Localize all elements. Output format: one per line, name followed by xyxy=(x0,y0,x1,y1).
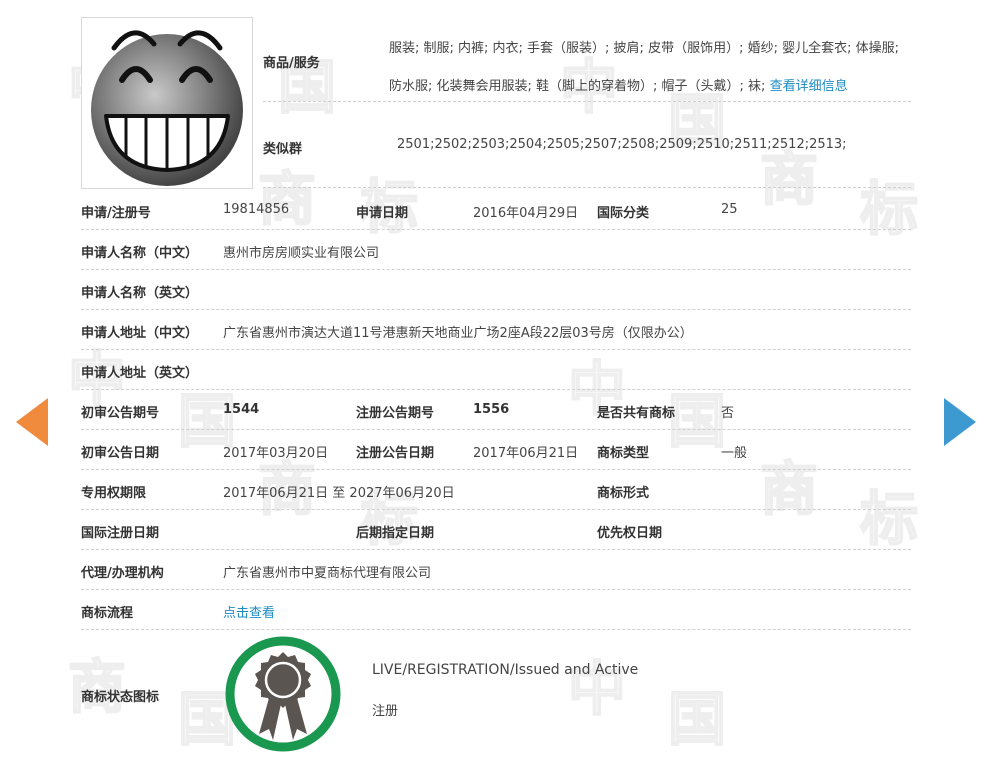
view-details-link[interactable]: 查看详细信息 xyxy=(770,79,848,94)
goods-services-row: 商品/服务 服装; 制服; 内裤; 内衣; 手套（服装）; 披肩; 皮带（服饰用… xyxy=(263,20,911,102)
applicant-cn-label: 申请人名称（中文） xyxy=(81,246,199,261)
prelim-no-value: 1544 xyxy=(223,402,260,417)
address-cn-value: 广东省惠州市演达大道11号港惠新天地商业广场2座A段22层03号房（仅限办公） xyxy=(223,326,693,341)
tm-form-label: 商标形式 xyxy=(597,486,650,501)
prelim-date-value: 2017年03月20日 xyxy=(223,446,329,461)
flow-view-link[interactable]: 点击查看 xyxy=(223,602,275,621)
table-row: 初审公告期号 1544 注册公告期号 1556 是否共有商标 否 xyxy=(81,390,911,430)
flow-label: 商标流程 xyxy=(81,606,134,621)
table-row: 申请人名称（中文） 惠州市房房顺实业有限公司 xyxy=(81,230,911,270)
trademark-image xyxy=(81,17,253,189)
reg-no-value: 19814856 xyxy=(223,202,290,217)
address-en-label: 申请人地址（英文） xyxy=(81,366,199,381)
prelim-date-label: 初审公告日期 xyxy=(81,446,160,461)
status-text-en: LIVE/REGISTRATION/Issued and Active xyxy=(372,662,639,678)
goods-services-label: 商品/服务 xyxy=(263,56,320,71)
table-row: 申请人名称（英文） xyxy=(81,270,911,310)
applicant-en-label: 申请人名称（英文） xyxy=(81,286,199,301)
table-row: 国际注册日期 后期指定日期 优先权日期 xyxy=(81,510,911,550)
intl-reg-date-label: 国际注册日期 xyxy=(81,526,160,541)
reg-no-label: 申请/注册号 xyxy=(81,206,151,221)
table-row: 专用权期限 2017年06月21日 至 2027年06月20日 商标形式 xyxy=(81,470,911,510)
intl-class-label: 国际分类 xyxy=(597,206,650,221)
table-row: 代理/办理机构 广东省惠州市中夏商标代理有限公司 xyxy=(81,550,911,590)
table-row: 初审公告日期 2017年03月20日 注册公告日期 2017年06月21日 商标… xyxy=(81,430,911,470)
applicant-cn-value: 惠州市房房顺实业有限公司 xyxy=(223,246,380,261)
intl-class-value: 25 xyxy=(721,202,738,217)
arrow-right-icon[interactable] xyxy=(944,398,976,446)
table-row: 申请/注册号 19814856 申请日期 2016年04月29日 国际分类 25 xyxy=(81,190,911,230)
priority-date-label: 优先权日期 xyxy=(597,526,663,541)
reg-pub-no-label: 注册公告期号 xyxy=(356,406,435,421)
term-value: 2017年06月21日 至 2027年06月20日 xyxy=(223,486,455,501)
table-row: 商标流程 点击查看 xyxy=(81,590,911,630)
similar-group-label: 类似群 xyxy=(263,142,303,157)
app-date-value: 2016年04月29日 xyxy=(473,206,579,221)
prelim-no-label: 初审公告期号 xyxy=(81,406,160,421)
grinning-face-icon xyxy=(91,30,243,186)
similar-group-value: 2501;2502;2503;2504;2505;2507;2508;2509;… xyxy=(397,137,847,152)
trademark-detail-table: 申请/注册号 19814856 申请日期 2016年04月29日 国际分类 25… xyxy=(81,190,911,759)
goods-services-value: 服装; 制服; 内裤; 内衣; 手套（服装）; 披肩; 皮带（服饰用）; 婚纱;… xyxy=(389,30,911,106)
tm-type-value: 一般 xyxy=(721,446,748,461)
arrow-left-icon[interactable] xyxy=(16,398,48,446)
status-label: 商标状态图标 xyxy=(81,690,160,705)
registered-seal-icon xyxy=(225,636,341,752)
address-cn-label: 申请人地址（中文） xyxy=(81,326,199,341)
similar-group-row: 类似群 2501;2502;2503;2504;2505;2507;2508;2… xyxy=(263,102,911,188)
reg-pub-date-value: 2017年06月21日 xyxy=(473,446,579,461)
shared-label: 是否共有商标 xyxy=(597,406,676,421)
later-designation-label: 后期指定日期 xyxy=(356,526,435,541)
tm-type-label: 商标类型 xyxy=(597,446,650,461)
table-row: 申请人地址（英文） xyxy=(81,350,911,390)
reg-pub-no-value: 1556 xyxy=(473,402,510,417)
term-label: 专用权期限 xyxy=(81,486,147,501)
app-date-label: 申请日期 xyxy=(356,206,409,221)
table-row: 申请人地址（中文） 广东省惠州市演达大道11号港惠新天地商业广场2座A段22层0… xyxy=(81,310,911,350)
reg-pub-date-label: 注册公告日期 xyxy=(356,446,435,461)
status-text-cn: 注册 xyxy=(372,704,399,719)
shared-value: 否 xyxy=(721,406,735,421)
agent-value: 广东省惠州市中夏商标代理有限公司 xyxy=(223,566,432,581)
agent-label: 代理/办理机构 xyxy=(81,566,164,581)
status-row: 商标状态图标 LIVE/REGISTRATION/Issued and Acti… xyxy=(81,630,911,759)
